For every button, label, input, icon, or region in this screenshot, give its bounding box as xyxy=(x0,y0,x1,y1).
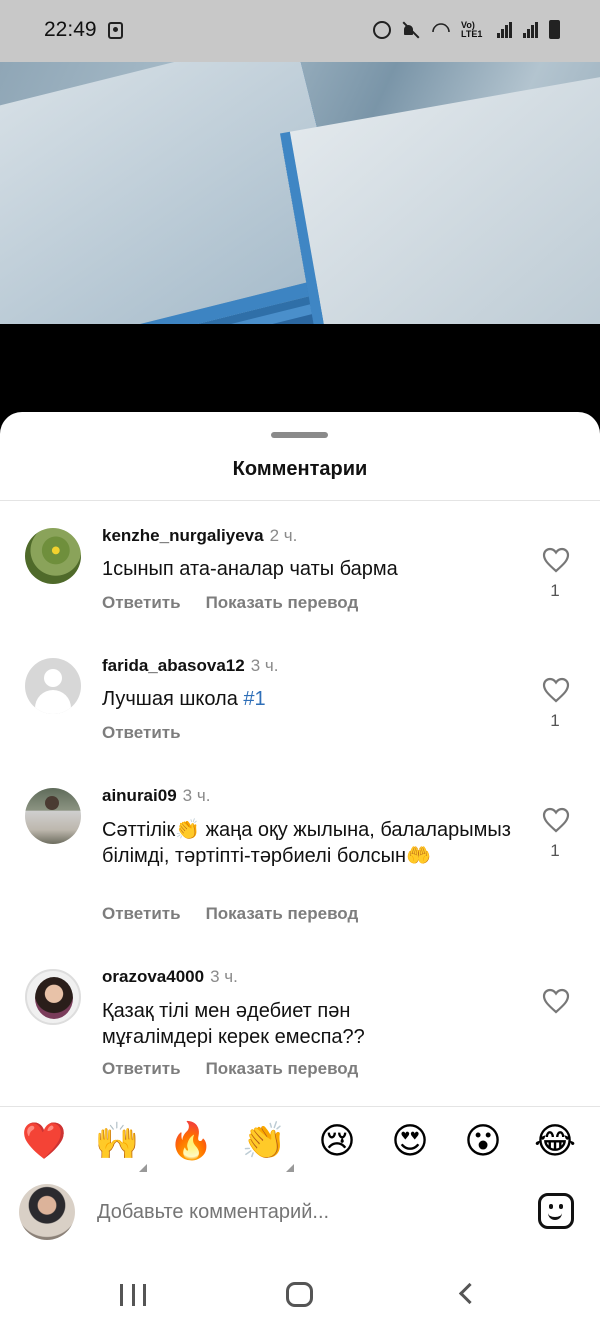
lte-icon: Vo) LTE1 xyxy=(461,19,483,39)
wifi-icon xyxy=(429,21,451,39)
comment-time: 3 ч. xyxy=(210,967,238,986)
username-text[interactable]: orazova4000 xyxy=(102,967,204,986)
comment-username[interactable]: ainurai09 3 ч. xyxy=(102,786,210,806)
signal-icon-2 xyxy=(523,21,539,38)
comment-actions: Ответить Показать перевод xyxy=(102,904,358,924)
clapping-emoji: 👏 xyxy=(241,1121,287,1162)
username-text[interactable]: farida_abasova12 xyxy=(102,656,245,675)
reply-button[interactable]: Ответить xyxy=(102,1059,181,1079)
show-translation-button[interactable]: Показать перевод xyxy=(206,1059,359,1079)
like-heart-icon[interactable] xyxy=(542,547,570,573)
screenshot-notification-icon xyxy=(108,22,123,39)
home-button[interactable] xyxy=(286,1282,313,1307)
alarm-icon xyxy=(373,20,391,39)
status-icons: Vo) LTE1 xyxy=(373,20,560,39)
like-heart-icon[interactable] xyxy=(542,807,570,833)
default-avatar-icon[interactable] xyxy=(25,658,81,714)
surprised-emoji-button[interactable]: 😮 xyxy=(459,1118,507,1166)
like-heart-icon[interactable] xyxy=(542,988,570,1014)
comment-username[interactable]: kenzhe_nurgaliyeva 2 ч. xyxy=(102,526,297,546)
comment-text: Лучшая школа #1 xyxy=(102,686,512,712)
fire-emoji-button[interactable]: 🔥 xyxy=(167,1118,215,1166)
drag-handle[interactable] xyxy=(271,432,328,438)
status-time: 22:49 xyxy=(44,18,97,41)
divider xyxy=(0,500,600,501)
show-translation-button[interactable]: Показать перевод xyxy=(206,904,359,924)
comment-actions: Ответить Показать перевод xyxy=(102,593,358,613)
reply-button[interactable]: Ответить xyxy=(102,723,181,743)
signal-icon xyxy=(497,21,513,38)
battery-icon xyxy=(549,20,560,39)
raised-hands-emoji: 🙌 xyxy=(94,1121,140,1162)
avatar[interactable] xyxy=(25,788,81,844)
divider xyxy=(0,1106,600,1107)
sheet-title: Комментарии xyxy=(232,458,368,480)
comment-time: 3 ч. xyxy=(182,786,211,805)
reply-button[interactable]: Ответить xyxy=(102,904,181,924)
comment-text: 1сынып ата-аналар чаты барма xyxy=(102,558,398,580)
crying-emoji-button[interactable]: 😢 xyxy=(313,1118,361,1166)
hashtag-link[interactable]: #1 xyxy=(243,688,265,710)
emoji-reaction-bar: ❤️ 🙌 🔥 👏 😢 😍 😮 😂 xyxy=(0,1118,600,1172)
comment-text: Қазақ тілі мен әдебиет пән мұғалімдері к… xyxy=(102,1000,365,1048)
reply-button[interactable]: Ответить xyxy=(102,593,181,613)
comment-time: 2 ч. xyxy=(269,526,298,545)
skin-tone-indicator-icon xyxy=(286,1164,294,1172)
skin-tone-indicator-icon xyxy=(139,1164,147,1172)
avatar[interactable] xyxy=(25,528,81,584)
comment-input[interactable] xyxy=(97,1196,497,1228)
heart-eyes-emoji-button[interactable]: 😍 xyxy=(386,1118,434,1166)
like-heart-icon[interactable] xyxy=(542,677,570,703)
username-text[interactable]: ainurai09 xyxy=(102,786,177,805)
comment-text: Сәттілік👏 жаңа оқу жылына, балаларымыз б… xyxy=(102,819,511,867)
current-user-avatar xyxy=(19,1184,75,1240)
media-background xyxy=(0,324,600,424)
post-image[interactable] xyxy=(0,62,600,324)
sticker-icon[interactable] xyxy=(538,1193,574,1229)
avatar[interactable] xyxy=(25,969,81,1025)
document-stack-image-2 xyxy=(280,74,600,324)
raised-hands-emoji-button[interactable]: 🙌 xyxy=(93,1118,147,1172)
back-button[interactable] xyxy=(458,1282,481,1305)
clapping-emoji-button[interactable]: 👏 xyxy=(240,1118,294,1172)
mute-icon xyxy=(401,21,419,39)
comment-username[interactable]: farida_abasova12 3 ч. xyxy=(102,656,278,676)
comment-text-body: Лучшая школа xyxy=(102,688,244,710)
comment-actions: Ответить Показать перевод xyxy=(102,1059,358,1079)
comment-composer xyxy=(0,1184,600,1244)
laughing-emoji-button[interactable]: 😂 xyxy=(531,1118,579,1166)
comment-time: 3 ч. xyxy=(250,656,279,675)
status-bar: 22:49 Vo) LTE1 xyxy=(0,0,600,62)
recent-apps-button[interactable] xyxy=(120,1284,146,1306)
comment-username[interactable]: orazova4000 3 ч. xyxy=(102,967,238,987)
heart-emoji-button[interactable]: ❤️ xyxy=(20,1118,68,1166)
comment-actions: Ответить xyxy=(102,723,181,743)
like-count: 1 xyxy=(550,841,560,860)
username-text[interactable]: kenzhe_nurgaliyeva xyxy=(102,526,264,545)
show-translation-button[interactable]: Показать перевод xyxy=(206,593,359,613)
like-count: 1 xyxy=(550,581,560,600)
like-count: 1 xyxy=(550,711,560,730)
system-nav-bar xyxy=(0,1258,600,1332)
